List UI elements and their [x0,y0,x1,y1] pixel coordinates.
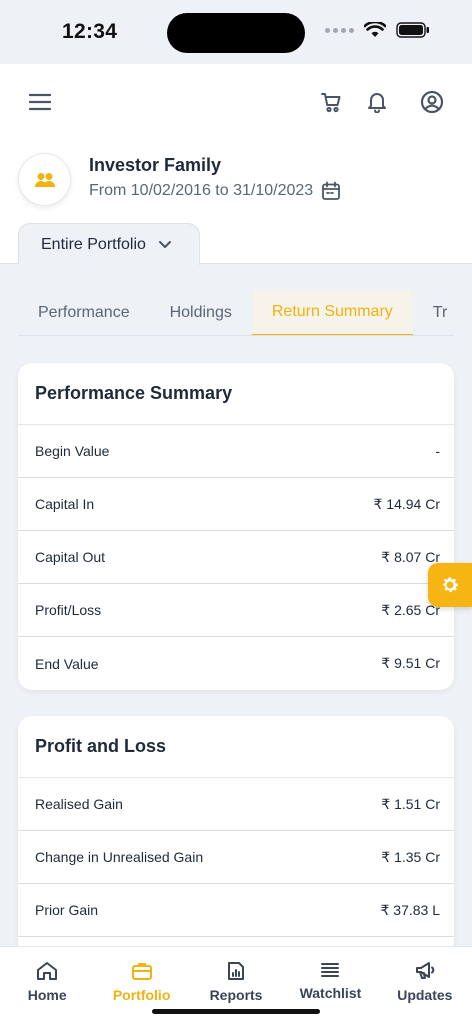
users-icon [34,172,55,187]
table-row: End Value ₹ 9.51 Cr [18,637,454,690]
report-icon [228,962,245,980]
megaphone-icon [415,962,435,979]
row-value: ₹ 1.35 Cr [381,848,440,865]
card-title: Profit and Loss [18,716,454,778]
row-value: ₹ 1.51 Cr [381,795,440,812]
tab-transactions[interactable]: Tr [413,290,454,335]
wifi-icon [364,22,386,37]
bell-icon[interactable] [365,90,389,114]
chevron-down-icon [158,241,171,248]
home-indicator [152,1009,320,1014]
date-range: From 10/02/2016 to 31/10/2023 [89,181,341,201]
nav-updates[interactable]: Updates [378,947,472,1024]
tab-holdings[interactable]: Holdings [150,290,252,335]
dynamic-island [167,13,305,53]
table-row: Prior Gain ₹ 37.83 L [18,884,454,937]
table-row: Profit/Loss ₹ 2.65 Cr [18,584,454,637]
gear-icon [443,577,459,593]
home-icon [37,962,58,980]
menu-icon[interactable] [28,90,52,114]
section-tabs: Performance Holdings Return Summary Tr [18,290,454,336]
row-label: Profit/Loss [35,602,102,618]
briefcase-icon [131,963,152,980]
portfolio-selector[interactable]: Entire Portfolio [18,223,200,265]
row-value: ₹ 9.51 Cr [381,655,440,671]
battery-icon [396,22,429,38]
settings-fab[interactable] [428,563,472,607]
row-label: Begin Value [35,443,110,459]
signal-icon [325,27,354,33]
profit-and-loss-card: Profit and Loss Realised Gain ₹ 1.51 Cr C… [18,716,454,956]
table-row: Change in Unrealised Gain ₹ 1.35 Cr [18,831,454,884]
family-avatar [18,153,71,206]
row-value: ₹ 8.07 Cr [381,548,440,565]
row-value: - [435,443,440,459]
nav-watchlist-label: Watchlist [299,985,362,1001]
table-row: Realised Gain ₹ 1.51 Cr [18,778,454,831]
portfolio-selector-label: Entire Portfolio [41,235,146,253]
tab-performance[interactable]: Performance [18,290,150,335]
row-label: Change in Unrealised Gain [35,849,204,865]
nav-home[interactable]: Home [0,947,94,1024]
performance-summary-card: Performance Summary Begin Value - Capital… [18,363,454,690]
row-value: ₹ 37.83 L [380,901,440,918]
status-bar: 12:34 [0,0,472,64]
status-time: 12:34 [62,20,118,43]
row-label: Capital In [35,496,95,512]
card-title: Performance Summary [18,363,454,425]
calendar-icon[interactable] [321,181,341,201]
nav-home-label: Home [27,987,67,1003]
row-label: Prior Gain [35,902,99,918]
table-row: Begin Value - [18,425,454,478]
tab-return-summary[interactable]: Return Summary [251,290,413,335]
list-icon [321,963,340,977]
nav-updates-label: Updates [397,987,453,1003]
table-row: Capital In ₹ 14.94 Cr [18,478,454,531]
nav-reports-label: Reports [209,987,263,1003]
cart-icon[interactable] [319,90,343,114]
row-label: Capital Out [35,549,106,565]
row-label: End Value [35,655,99,672]
nav-portfolio-label: Portfolio [112,987,171,1003]
app-header: Investor Family From 10/02/2016 to 31/10… [0,64,472,265]
row-value: ₹ 14.94 Cr [373,495,441,512]
row-label: Realised Gain [35,796,123,812]
date-range-text: From 10/02/2016 to 31/10/2023 [89,182,314,199]
user-circle-icon[interactable] [420,90,444,114]
table-row: Capital Out ₹ 8.07 Cr [18,531,454,584]
profile-name: Investor Family [89,155,222,175]
status-indicators [325,22,430,38]
